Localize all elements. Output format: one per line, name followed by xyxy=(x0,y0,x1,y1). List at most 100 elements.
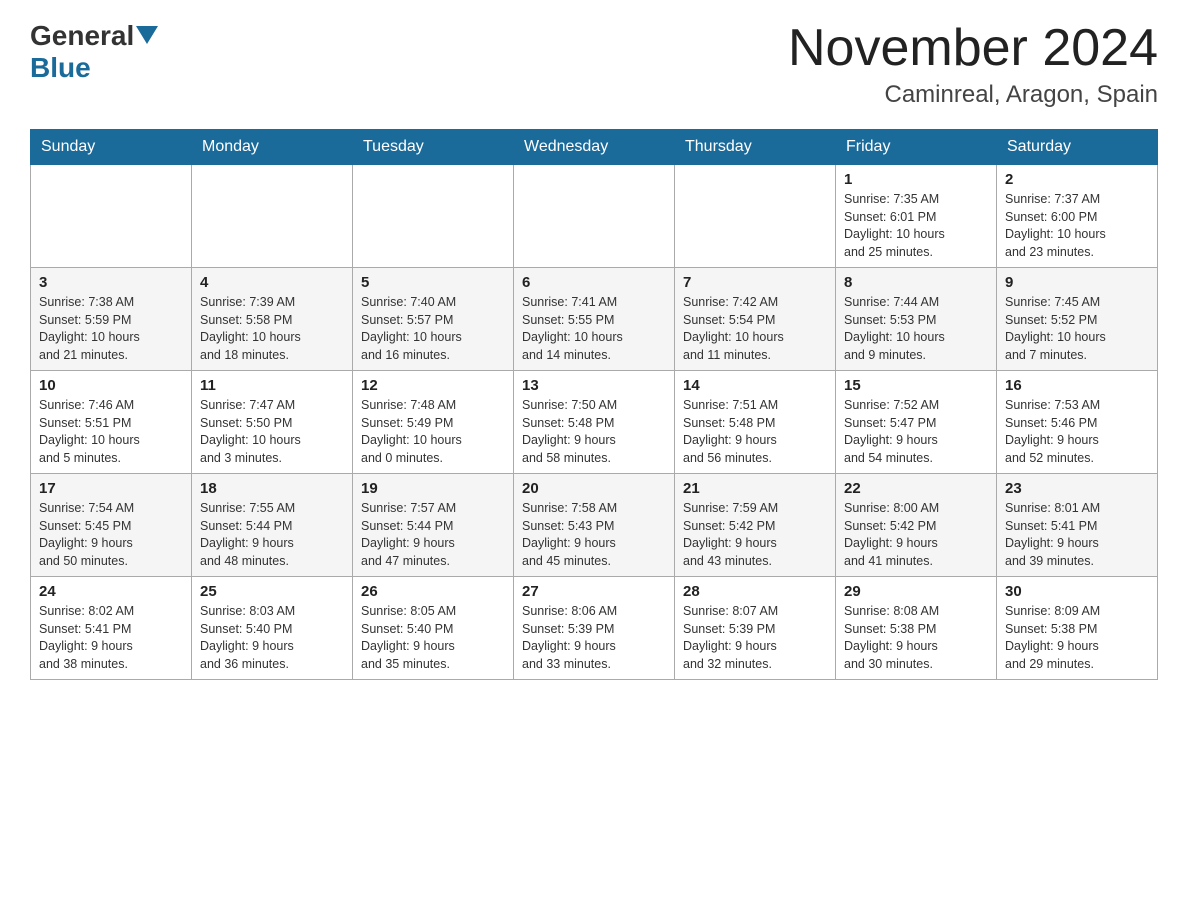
day-info: Sunrise: 7:44 AMSunset: 5:53 PMDaylight:… xyxy=(844,294,988,364)
day-number: 5 xyxy=(361,274,505,291)
day-number: 25 xyxy=(200,583,344,600)
day-info: Sunrise: 7:51 AMSunset: 5:48 PMDaylight:… xyxy=(683,397,827,467)
day-number: 26 xyxy=(361,583,505,600)
day-info: Sunrise: 7:59 AMSunset: 5:42 PMDaylight:… xyxy=(683,500,827,570)
day-cell-27: 27 Sunrise: 8:06 AMSunset: 5:39 PMDayligh… xyxy=(514,577,675,680)
day-cell-15: 15 Sunrise: 7:52 AMSunset: 5:47 PMDayligh… xyxy=(836,371,997,474)
day-info: Sunrise: 7:53 AMSunset: 5:46 PMDaylight:… xyxy=(1005,397,1149,467)
day-cell-24: 24 Sunrise: 8:02 AMSunset: 5:41 PMDayligh… xyxy=(31,577,192,680)
day-cell-14: 14 Sunrise: 7:51 AMSunset: 5:48 PMDayligh… xyxy=(675,371,836,474)
empty-cell xyxy=(353,165,514,268)
day-info: Sunrise: 8:02 AMSunset: 5:41 PMDaylight:… xyxy=(39,603,183,673)
day-info: Sunrise: 7:58 AMSunset: 5:43 PMDaylight:… xyxy=(522,500,666,570)
day-info: Sunrise: 7:54 AMSunset: 5:45 PMDaylight:… xyxy=(39,500,183,570)
weekday-header-wednesday: Wednesday xyxy=(514,130,675,165)
day-cell-18: 18Sunrise: 7:55 AMSunset: 5:44 PMDayligh… xyxy=(192,474,353,577)
day-cell-29: 29 Sunrise: 8:08 AMSunset: 5:38 PMDayligh… xyxy=(836,577,997,680)
day-number: 14 xyxy=(683,377,827,394)
day-number: 1 xyxy=(844,171,988,188)
day-number: 15 xyxy=(844,377,988,394)
month-title: November 2024 xyxy=(788,20,1158,77)
day-number: 9 xyxy=(1005,274,1149,291)
weekday-header-thursday: Thursday xyxy=(675,130,836,165)
calendar-table: SundayMondayTuesdayWednesdayThursdayFrid… xyxy=(30,129,1158,680)
day-info: Sunrise: 8:09 AMSunset: 5:38 PMDaylight:… xyxy=(1005,603,1149,673)
day-cell-16: 16 Sunrise: 7:53 AMSunset: 5:46 PMDayligh… xyxy=(997,371,1158,474)
day-number: 11 xyxy=(200,377,344,394)
day-number: 27 xyxy=(522,583,666,600)
day-cell-13: 13 Sunrise: 7:50 AMSunset: 5:48 PMDayligh… xyxy=(514,371,675,474)
day-number: 20 xyxy=(522,480,666,497)
day-number: 12 xyxy=(361,377,505,394)
calendar-week-row: 17 Sunrise: 7:54 AMSunset: 5:45 PMDayligh… xyxy=(31,474,1158,577)
weekday-header-row: SundayMondayTuesdayWednesdayThursdayFrid… xyxy=(31,130,1158,165)
day-number: 23 xyxy=(1005,480,1149,497)
day-cell-19: 19Sunrise: 7:57 AMSunset: 5:44 PMDayligh… xyxy=(353,474,514,577)
day-cell-25: 25 Sunrise: 8:03 AMSunset: 5:40 PMDayligh… xyxy=(192,577,353,680)
day-number: 3 xyxy=(39,274,183,291)
weekday-header-tuesday: Tuesday xyxy=(353,130,514,165)
logo: General Blue xyxy=(30,20,158,84)
day-number: 30 xyxy=(1005,583,1149,600)
empty-cell xyxy=(514,165,675,268)
day-info: Sunrise: 8:08 AMSunset: 5:38 PMDaylight:… xyxy=(844,603,988,673)
day-info: Sunrise: 7:50 AMSunset: 5:48 PMDaylight:… xyxy=(522,397,666,467)
weekday-header-friday: Friday xyxy=(836,130,997,165)
day-cell-10: 10 Sunrise: 7:46 AMSunset: 5:51 PMDayligh… xyxy=(31,371,192,474)
day-info: Sunrise: 7:47 AMSunset: 5:50 PMDaylight:… xyxy=(200,397,344,467)
empty-cell xyxy=(675,165,836,268)
logo-blue-text: Blue xyxy=(30,52,91,84)
day-cell-26: 26 Sunrise: 8:05 AMSunset: 5:40 PMDayligh… xyxy=(353,577,514,680)
logo-arrow-icon xyxy=(136,26,158,44)
day-cell-11: 11 Sunrise: 7:47 AMSunset: 5:50 PMDayligh… xyxy=(192,371,353,474)
day-number: 22 xyxy=(844,480,988,497)
page-header: General Blue November 2024 Caminreal, Ar… xyxy=(30,20,1158,109)
day-info: Sunrise: 7:46 AMSunset: 5:51 PMDaylight:… xyxy=(39,397,183,467)
day-info: Sunrise: 7:45 AMSunset: 5:52 PMDaylight:… xyxy=(1005,294,1149,364)
day-cell-8: 8 Sunrise: 7:44 AMSunset: 5:53 PMDaylight… xyxy=(836,268,997,371)
day-cell-23: 23 Sunrise: 8:01 AMSunset: 5:41 PMDayligh… xyxy=(997,474,1158,577)
day-number: 29 xyxy=(844,583,988,600)
day-cell-21: 21 Sunrise: 7:59 AMSunset: 5:42 PMDayligh… xyxy=(675,474,836,577)
day-cell-30: 30 Sunrise: 8:09 AMSunset: 5:38 PMDayligh… xyxy=(997,577,1158,680)
day-info: Sunrise: 7:52 AMSunset: 5:47 PMDaylight:… xyxy=(844,397,988,467)
day-cell-20: 20 Sunrise: 7:58 AMSunset: 5:43 PMDayligh… xyxy=(514,474,675,577)
day-info: Sunrise: 8:01 AMSunset: 5:41 PMDaylight:… xyxy=(1005,500,1149,570)
day-number: 7 xyxy=(683,274,827,291)
day-number: 17 xyxy=(39,480,183,497)
day-cell-7: 7 Sunrise: 7:42 AMSunset: 5:54 PMDaylight… xyxy=(675,268,836,371)
empty-cell xyxy=(192,165,353,268)
day-number: 6 xyxy=(522,274,666,291)
day-number: 16 xyxy=(1005,377,1149,394)
empty-cell xyxy=(31,165,192,268)
day-cell-1: 1Sunrise: 7:35 AMSunset: 6:01 PMDaylight… xyxy=(836,165,997,268)
day-number: 8 xyxy=(844,274,988,291)
day-cell-2: 2Sunrise: 7:37 AMSunset: 6:00 PMDaylight… xyxy=(997,165,1158,268)
day-info: Sunrise: 8:00 AMSunset: 5:42 PMDaylight:… xyxy=(844,500,988,570)
day-number: 24 xyxy=(39,583,183,600)
day-number: 13 xyxy=(522,377,666,394)
day-number: 10 xyxy=(39,377,183,394)
day-number: 18 xyxy=(200,480,344,497)
day-number: 28 xyxy=(683,583,827,600)
weekday-header-sunday: Sunday xyxy=(31,130,192,165)
day-cell-6: 6Sunrise: 7:41 AMSunset: 5:55 PMDaylight… xyxy=(514,268,675,371)
day-info: Sunrise: 8:03 AMSunset: 5:40 PMDaylight:… xyxy=(200,603,344,673)
day-cell-5: 5Sunrise: 7:40 AMSunset: 5:57 PMDaylight… xyxy=(353,268,514,371)
location-text: Caminreal, Aragon, Spain xyxy=(788,81,1158,109)
calendar-week-row: 24 Sunrise: 8:02 AMSunset: 5:41 PMDayligh… xyxy=(31,577,1158,680)
calendar-week-row: 10 Sunrise: 7:46 AMSunset: 5:51 PMDayligh… xyxy=(31,371,1158,474)
day-info: Sunrise: 7:37 AMSunset: 6:00 PMDaylight:… xyxy=(1005,191,1149,261)
day-info: Sunrise: 8:06 AMSunset: 5:39 PMDaylight:… xyxy=(522,603,666,673)
weekday-header-monday: Monday xyxy=(192,130,353,165)
day-info: Sunrise: 7:42 AMSunset: 5:54 PMDaylight:… xyxy=(683,294,827,364)
day-number: 21 xyxy=(683,480,827,497)
day-number: 19 xyxy=(361,480,505,497)
day-cell-12: 12 Sunrise: 7:48 AMSunset: 5:49 PMDayligh… xyxy=(353,371,514,474)
day-info: Sunrise: 7:39 AMSunset: 5:58 PMDaylight:… xyxy=(200,294,344,364)
day-info: Sunrise: 7:48 AMSunset: 5:49 PMDaylight:… xyxy=(361,397,505,467)
day-info: Sunrise: 8:05 AMSunset: 5:40 PMDaylight:… xyxy=(361,603,505,673)
day-cell-22: 22 Sunrise: 8:00 AMSunset: 5:42 PMDayligh… xyxy=(836,474,997,577)
logo-general-text: General xyxy=(30,20,134,52)
day-info: Sunrise: 7:38 AMSunset: 5:59 PMDaylight:… xyxy=(39,294,183,364)
